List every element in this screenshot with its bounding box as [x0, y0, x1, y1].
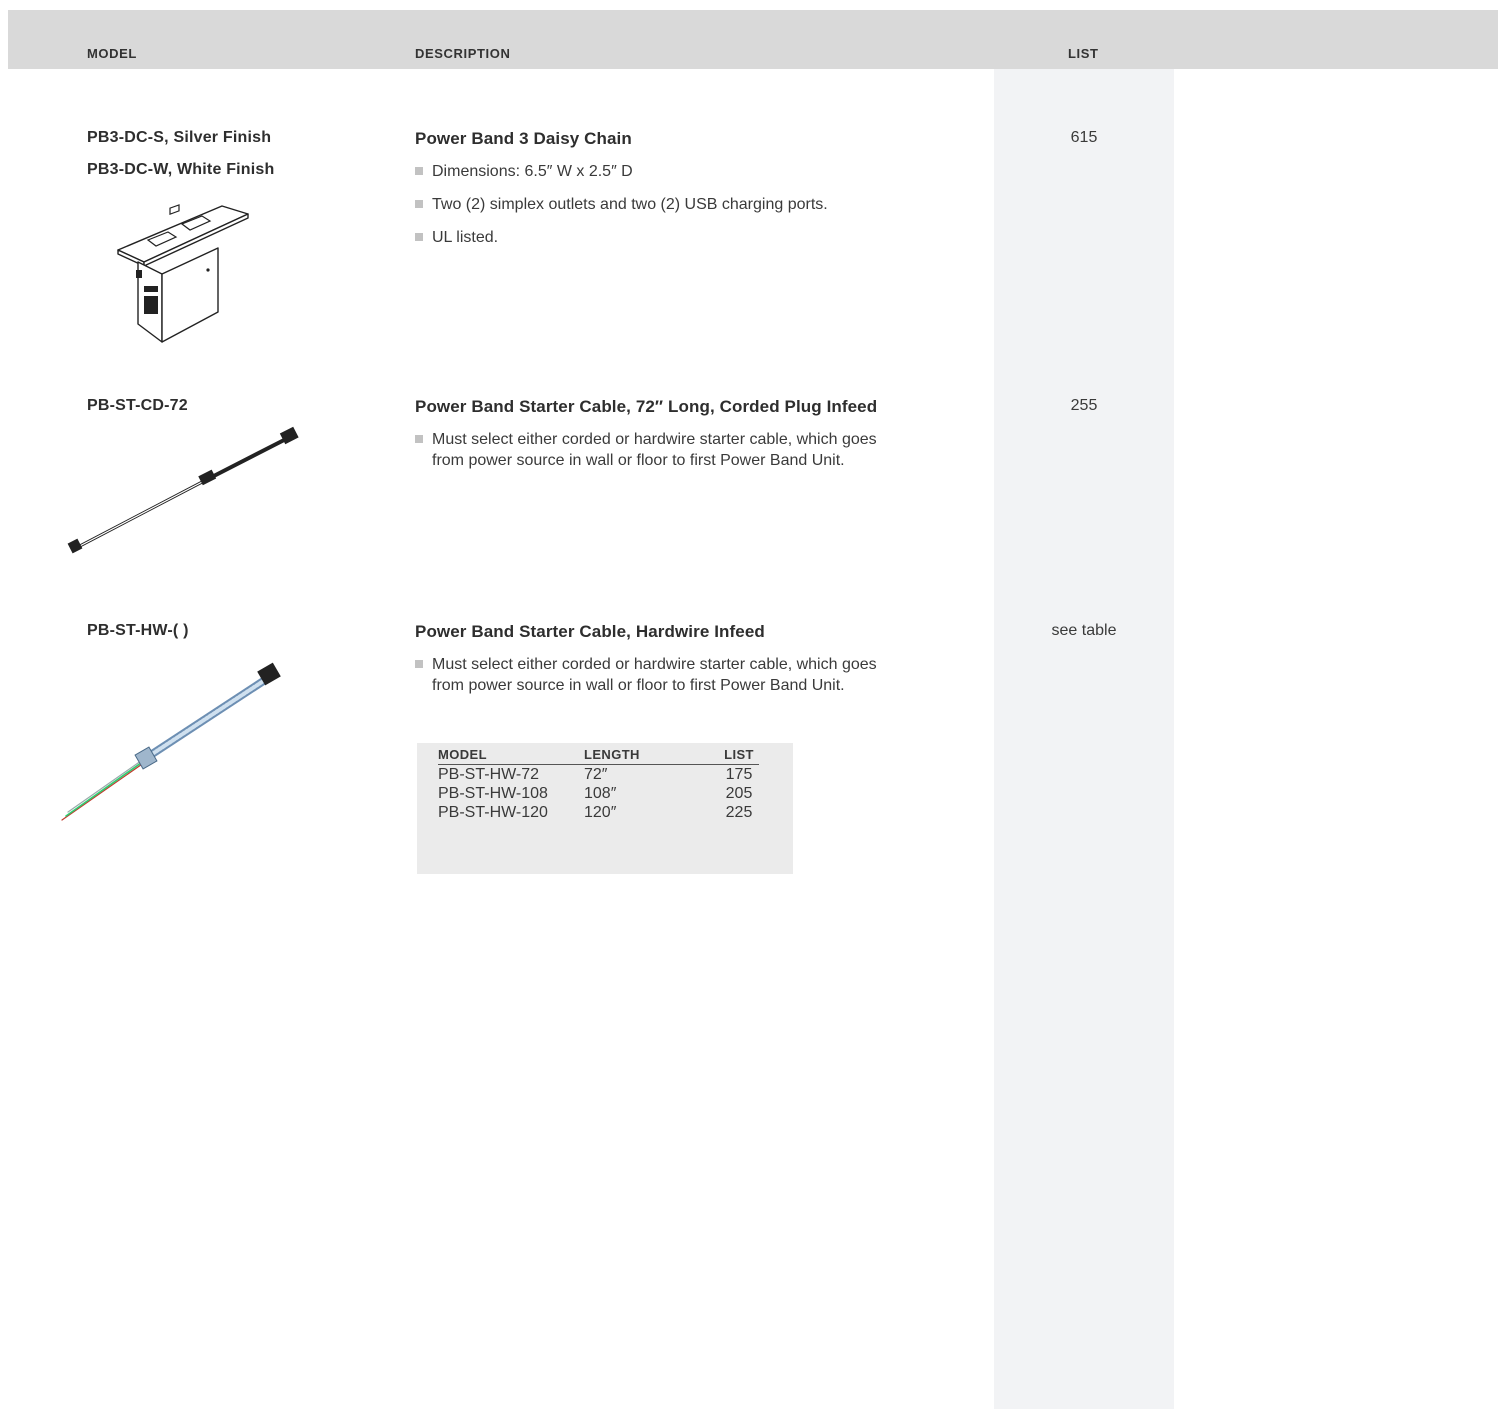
bullet-item: Must select either corded or hardwire st…	[415, 429, 890, 471]
product-bullets: Must select either corded or hardwire st…	[415, 654, 890, 708]
table-row: PB-ST-HW-120 120″ 225	[438, 803, 759, 822]
hardwire-cable-icon	[61, 662, 281, 821]
product-title: Power Band Starter Cable, 72″ Long, Cord…	[415, 397, 878, 416]
product-bullets: Must select either corded or hardwire st…	[415, 429, 890, 483]
cell-length: 120″	[584, 804, 617, 821]
product-title: Power Band 3 Daisy Chain	[415, 129, 632, 148]
cell-list: 225	[725, 804, 753, 821]
header-list: LIST	[1068, 46, 1099, 61]
list-column-background	[994, 69, 1174, 1409]
subtable-header-list: LIST	[719, 745, 759, 765]
subtable-grid: MODEL LENGTH LIST PB-ST-HW-72 72″ 175 PB…	[438, 745, 759, 822]
product-title: Power Band Starter Cable, Hardwire Infee…	[415, 622, 765, 641]
bullet-item: Must select either corded or hardwire st…	[415, 654, 890, 696]
table-row: PB-ST-HW-72 72″ 175	[438, 765, 759, 785]
cell-model: PB-ST-HW-108	[438, 785, 548, 802]
cell-length: 108″	[584, 785, 617, 802]
pricing-subtable: MODEL LENGTH LIST PB-ST-HW-72 72″ 175 PB…	[417, 743, 793, 874]
header-model: MODEL	[87, 46, 137, 61]
table-header-bar	[8, 10, 1498, 69]
product-price: 615	[1070, 129, 1098, 146]
bullet-item: Two (2) simplex outlets and two (2) USB …	[415, 194, 955, 215]
product-model: PB3-DC-S, Silver Finish	[87, 129, 272, 146]
cell-model: PB-ST-HW-120	[438, 804, 548, 821]
product-model: PB3-DC-W, White Finish	[87, 161, 275, 178]
product-price: 255	[1070, 397, 1098, 414]
product-model: PB-ST-CD-72	[87, 397, 188, 414]
power-band-unit-icon	[117, 204, 249, 343]
bullet-item: UL listed.	[415, 227, 955, 248]
subtable-header-model: MODEL	[438, 745, 584, 765]
subtable-header-length: LENGTH	[584, 745, 719, 765]
product-price: see table	[1051, 622, 1117, 639]
cell-model: PB-ST-HW-72	[438, 766, 540, 783]
table-row: PB-ST-HW-108 108″ 205	[438, 784, 759, 803]
corded-cable-icon	[67, 426, 299, 554]
cell-list: 205	[725, 785, 753, 802]
cell-length: 72″	[584, 766, 608, 783]
product-bullets: Dimensions: 6.5″ W x 2.5″ D Two (2) simp…	[415, 161, 955, 260]
subtable-header-row: MODEL LENGTH LIST	[438, 745, 759, 765]
bullet-item: Dimensions: 6.5″ W x 2.5″ D	[415, 161, 955, 182]
product-model: PB-ST-HW-( )	[87, 622, 189, 639]
header-description: DESCRIPTION	[415, 46, 511, 61]
cell-list: 175	[725, 766, 753, 783]
